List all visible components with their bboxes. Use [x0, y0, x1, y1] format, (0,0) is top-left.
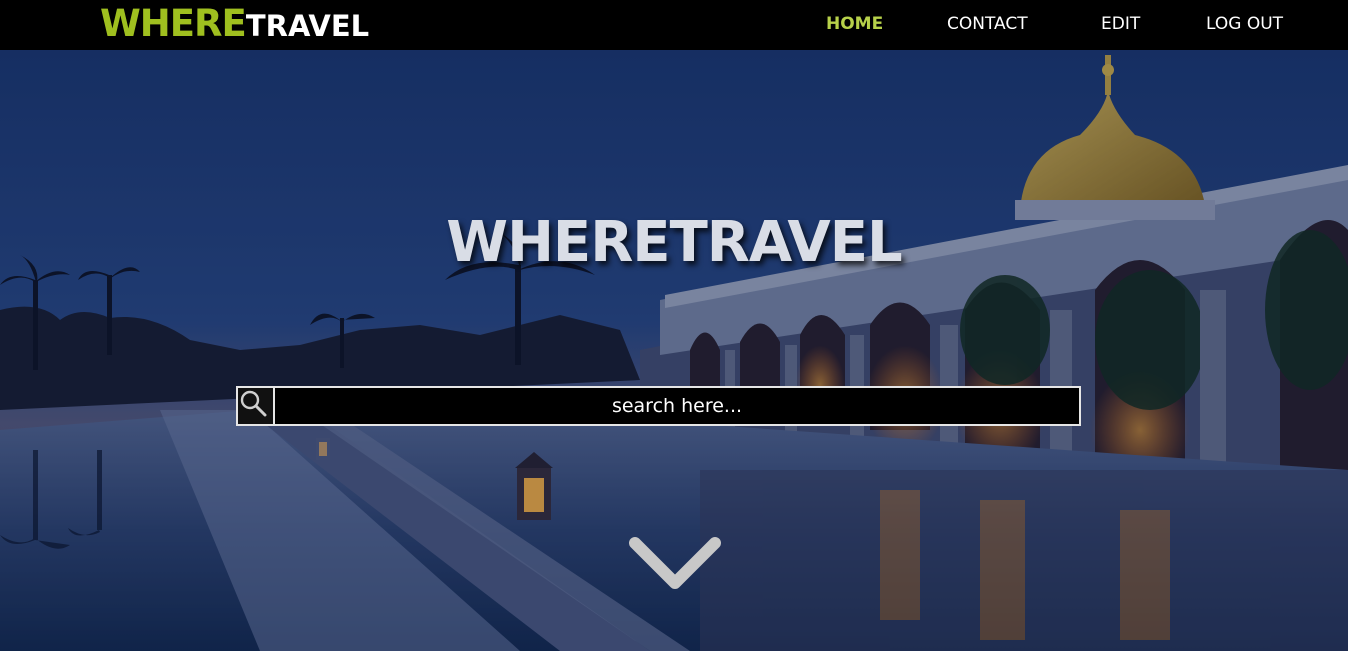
page: WHERETRAVEL HOME CONTACT EDIT LOG OUT WH…: [0, 0, 1348, 651]
nav-home-link[interactable]: HOME: [826, 14, 883, 34]
hero-title: WHERETRAVEL: [446, 210, 902, 275]
main-nav: HOME CONTACT EDIT LOG OUT: [0, 0, 1348, 50]
search-input[interactable]: [273, 386, 1081, 426]
top-nav-bar: WHERETRAVEL HOME CONTACT EDIT LOG OUT: [0, 0, 1348, 50]
nav-edit-link[interactable]: EDIT: [1101, 14, 1140, 34]
search-bar: [236, 386, 1081, 426]
nav-contact-link[interactable]: CONTACT: [947, 14, 1028, 34]
magnifier-icon: [240, 390, 267, 417]
chevron-down-icon[interactable]: [625, 533, 725, 595]
search-button[interactable]: [236, 386, 275, 426]
nav-logout-link[interactable]: LOG OUT: [1206, 14, 1283, 34]
